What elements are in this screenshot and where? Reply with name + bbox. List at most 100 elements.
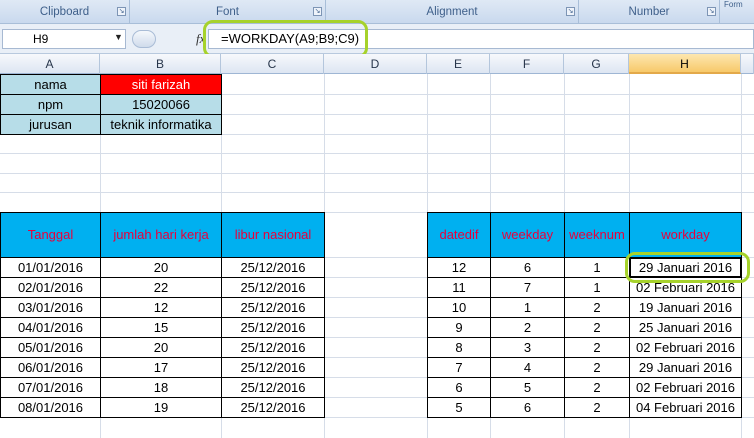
table-cell[interactable]: 2 <box>564 337 630 358</box>
header-datedif[interactable]: datedif <box>427 212 491 258</box>
ribbon-group-number: Number ↘ <box>579 0 720 24</box>
table-cell[interactable]: 20 <box>100 257 222 278</box>
table-cell[interactable]: 3 <box>490 337 565 358</box>
table-cell[interactable]: 10 <box>427 297 491 318</box>
table-cell[interactable]: 08/01/2016 <box>0 397 101 418</box>
table-cell[interactable]: 20 <box>100 337 222 358</box>
column-header-d[interactable]: D <box>324 54 427 74</box>
formula-bar: H9 ▼ fx =WORKDAY(A9;B9;C9) <box>0 24 754 54</box>
table-cell[interactable]: 12 <box>100 297 222 318</box>
ribbon-group-stub-label: Form <box>724 0 743 8</box>
ribbon: Clipboard ↘ Font ↘ Alignment ↘ Number ↘ … <box>0 0 754 24</box>
table-cell[interactable]: 5 <box>490 377 565 398</box>
table-cell[interactable]: 4 <box>490 357 565 378</box>
table-cell[interactable]: 7 <box>490 277 565 298</box>
table-cell[interactable]: 5 <box>427 397 491 418</box>
ribbon-group-label: Number <box>628 6 670 18</box>
table-cell[interactable]: 6 <box>490 397 565 418</box>
table-cell[interactable]: 07/01/2016 <box>0 377 101 398</box>
alignment-dialog-launcher-icon[interactable]: ↘ <box>566 7 575 16</box>
ribbon-group-label: Clipboard <box>39 6 90 18</box>
info-value-jurusan[interactable]: teknik informatika <box>100 114 222 135</box>
table-cell[interactable]: 1 <box>564 257 630 278</box>
table-cell[interactable]: 25/12/2016 <box>221 357 325 378</box>
table-cell[interactable]: 02 Februari 2016 <box>629 337 742 358</box>
column-header-next[interactable] <box>741 54 754 74</box>
table-cell[interactable]: 25/12/2016 <box>221 337 325 358</box>
info-label-nama[interactable]: nama <box>0 74 101 95</box>
font-dialog-launcher-icon[interactable]: ↘ <box>313 7 322 16</box>
table-cell[interactable]: 03/01/2016 <box>0 297 101 318</box>
table-cell[interactable]: 04 Februari 2016 <box>629 397 742 418</box>
table-cell[interactable]: 02/01/2016 <box>0 277 101 298</box>
table-cell[interactable]: 25 Januari 2016 <box>629 317 742 338</box>
table-cell[interactable]: 1 <box>564 277 630 298</box>
table-cell[interactable]: 2 <box>564 377 630 398</box>
table-cell[interactable]: 7 <box>427 357 491 378</box>
table-cell[interactable]: 18 <box>100 377 222 398</box>
formula-bar-buttons: fx <box>128 29 205 49</box>
table-cell[interactable]: 6 <box>490 257 565 278</box>
clipboard-dialog-launcher-icon[interactable]: ↘ <box>117 7 126 16</box>
column-header-row: A B C D E F G H <box>0 54 754 74</box>
table-cell[interactable]: 25/12/2016 <box>221 257 325 278</box>
table-cell[interactable]: 2 <box>490 317 565 338</box>
info-value-nama[interactable]: siti farizah <box>100 74 222 95</box>
ribbon-group-font: Font ↘ <box>130 0 326 24</box>
table-cell[interactable]: 29 Januari 2016 <box>629 357 742 378</box>
table-cell[interactable]: 19 <box>100 397 222 418</box>
table-cell[interactable]: 25/12/2016 <box>221 317 325 338</box>
header-weeknum[interactable]: weeknum <box>564 212 630 258</box>
expand-handle-icon[interactable] <box>132 30 156 48</box>
table-cell[interactable]: 9 <box>427 317 491 338</box>
table-cell[interactable]: 04/01/2016 <box>0 317 101 338</box>
table-cell[interactable]: 25/12/2016 <box>221 397 325 418</box>
ribbon-group-clipboard: Clipboard ↘ <box>0 0 130 24</box>
table-cell[interactable]: 01/01/2016 <box>0 257 101 278</box>
table-cell[interactable]: 25/12/2016 <box>221 297 325 318</box>
header-jumlah-hari-kerja[interactable]: jumlah hari kerja <box>100 212 222 258</box>
ribbon-group-label: Alignment <box>426 6 478 18</box>
info-label-jurusan[interactable]: jurusan <box>0 114 101 135</box>
column-header-b[interactable]: B <box>100 54 221 74</box>
formula-input[interactable]: =WORKDAY(A9;B9;C9) <box>208 29 754 49</box>
table-cell[interactable]: 02 Februari 2016 <box>629 277 742 298</box>
table-cell[interactable]: 22 <box>100 277 222 298</box>
table-cell[interactable]: 05/01/2016 <box>0 337 101 358</box>
selected-cell-h9[interactable]: 29 Januari 2016 <box>629 257 742 278</box>
header-libur-nasional[interactable]: libur nasional <box>221 212 325 258</box>
table-cell[interactable]: 6 <box>427 377 491 398</box>
column-header-e[interactable]: E <box>427 54 490 74</box>
column-header-h[interactable]: H <box>629 54 741 74</box>
table-cell[interactable]: 8 <box>427 337 491 358</box>
info-label-npm[interactable]: npm <box>0 94 101 115</box>
table-cell[interactable]: 11 <box>427 277 491 298</box>
table-cell[interactable]: 1 <box>490 297 565 318</box>
header-tanggal[interactable]: Tanggal <box>0 212 101 258</box>
table-cell[interactable]: 12 <box>427 257 491 278</box>
info-value-npm[interactable]: 15020066 <box>100 94 222 115</box>
table-cell[interactable]: 2 <box>564 297 630 318</box>
column-header-c[interactable]: C <box>221 54 324 74</box>
table-cell[interactable]: 2 <box>564 397 630 418</box>
column-header-f[interactable]: F <box>490 54 564 74</box>
table-cell[interactable]: 25/12/2016 <box>221 277 325 298</box>
table-cell[interactable]: 2 <box>564 317 630 338</box>
header-weekday[interactable]: weekday <box>490 212 565 258</box>
column-header-g[interactable]: G <box>564 54 629 74</box>
table-cell[interactable]: 19 Januari 2016 <box>629 297 742 318</box>
table-cell[interactable]: 2 <box>564 357 630 378</box>
ribbon-group-alignment: Alignment ↘ <box>326 0 579 24</box>
column-header-a[interactable]: A <box>0 54 100 74</box>
table-cell[interactable]: 17 <box>100 357 222 378</box>
name-box[interactable]: H9 <box>2 29 126 49</box>
table-cell[interactable]: 25/12/2016 <box>221 377 325 398</box>
worksheet-grid: nama siti farizah npm 15020066 jurusan t… <box>0 74 754 438</box>
header-workday[interactable]: workday <box>629 212 742 258</box>
table-cell[interactable]: 06/01/2016 <box>0 357 101 378</box>
insert-function-icon[interactable]: fx <box>196 31 205 47</box>
table-cell[interactable]: 15 <box>100 317 222 338</box>
chevron-down-icon[interactable]: ▼ <box>114 32 123 42</box>
table-cell[interactable]: 02 Februari 2016 <box>629 377 742 398</box>
number-dialog-launcher-icon[interactable]: ↘ <box>707 7 716 16</box>
